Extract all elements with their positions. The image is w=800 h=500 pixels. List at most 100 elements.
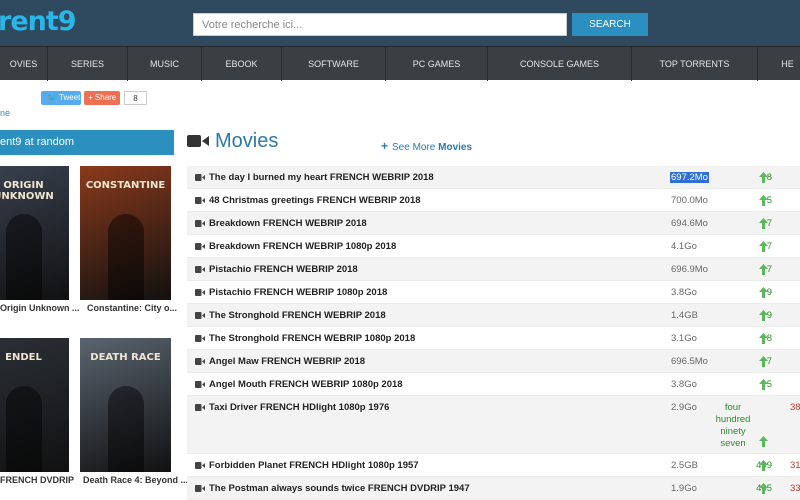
- poster-image[interactable]: ORIGIN UNKNOWN: [0, 166, 69, 300]
- table-row[interactable]: Angel Maw FRENCH WEBRIP 2018 696.5Mo 7: [187, 350, 800, 373]
- torrent-size: 1.4GB: [671, 310, 698, 321]
- poster-image[interactable]: DEATH RACE: [80, 338, 171, 472]
- torrent-title[interactable]: Breakdown FRENCH WEBRIP 1080p 2018: [209, 241, 396, 252]
- torrent-title[interactable]: The Stronghold FRENCH WEBRIP 2018: [209, 310, 386, 321]
- nav-item-8[interactable]: HE: [758, 47, 800, 81]
- torrent-leechers: 33: [790, 483, 800, 494]
- torrent-size: 697.2Mo: [670, 172, 709, 183]
- page-title: Movies: [215, 130, 279, 152]
- torrent-title[interactable]: Taxi Driver FRENCH HDlight 1080p 1976: [209, 402, 389, 413]
- arrow-up-icon: [759, 241, 768, 252]
- arrow-up-icon: [759, 436, 768, 447]
- poster-title[interactable]: FRENCH DVDRIP: [0, 475, 74, 485]
- nav-item-2[interactable]: MUSIC: [128, 47, 202, 81]
- nav-item-3[interactable]: EBOOK: [202, 47, 282, 81]
- poster-figure: [6, 214, 42, 300]
- poster-art-text: DEATH RACE: [90, 352, 161, 363]
- table-row[interactable]: Angel Mouth FRENCH WEBRIP 1080p 2018 3.8G…: [187, 373, 800, 396]
- table-row[interactable]: Forbidden Planet FRENCH HDlight 1080p 19…: [187, 454, 800, 477]
- torrent-size: 2.9Go: [671, 402, 697, 413]
- table-row[interactable]: The Stronghold FRENCH WEBRIP 1080p 2018 3…: [187, 327, 800, 350]
- see-more-label: See More: [392, 142, 436, 153]
- search-button[interactable]: SEARCH: [572, 13, 648, 36]
- poster-figure: [6, 386, 42, 472]
- arrow-up-icon: [759, 218, 768, 229]
- video-camera-icon: [195, 335, 205, 342]
- site-logo[interactable]: rent9: [0, 6, 77, 37]
- video-camera-icon: [187, 135, 209, 147]
- torrent-size: 3.1Go: [671, 333, 697, 344]
- see-more-movies-link[interactable]: + See More Movies: [381, 139, 472, 153]
- tweet-button[interactable]: 🐦 Tweet: [41, 91, 81, 105]
- poster-art-text: ENDEL: [5, 352, 42, 363]
- poster-art-text: ORIGIN UNKNOWN: [0, 180, 54, 202]
- torrent-title[interactable]: 48 Christmas greetings FRENCH WEBRIP 201…: [209, 195, 421, 206]
- nav-item-6[interactable]: CONSOLE GAMES: [488, 47, 632, 81]
- torrent-title[interactable]: Angel Maw FRENCH WEBRIP 2018: [209, 356, 365, 367]
- table-row[interactable]: Breakdown FRENCH WEBRIP 1080p 2018 4.1Go 7: [187, 235, 800, 258]
- arrow-up-icon: [759, 287, 768, 298]
- breadcrumb[interactable]: ne: [0, 108, 10, 118]
- torrent-size: 694.6Mo: [671, 218, 708, 229]
- main-nav: OVIES SERIES MUSIC EBOOK SOFTWARE PC GAMES CON…: [0, 46, 800, 81]
- video-camera-icon: [195, 381, 205, 388]
- video-camera-icon: [195, 404, 205, 411]
- share-label: Share: [94, 93, 117, 102]
- torrent-title[interactable]: The Postman always sounds twice FRENCH D…: [209, 483, 470, 494]
- poster-title[interactable]: Constantine: City o...: [87, 303, 177, 313]
- table-row[interactable]: Taxi Driver FRENCH HDlight 1080p 1976 2.9…: [187, 396, 800, 454]
- torrent-size: 4.1Go: [671, 241, 697, 252]
- header: rent9 SEARCH: [0, 0, 800, 46]
- video-camera-icon: [195, 358, 205, 365]
- nav-item-5[interactable]: PC GAMES: [386, 47, 488, 81]
- video-camera-icon: [195, 243, 205, 250]
- torrent-size: 696.5Mo: [671, 356, 708, 367]
- torrent-title[interactable]: The day I burned my heart FRENCH WEBRIP …: [209, 172, 434, 183]
- torrent-title[interactable]: The Stronghold FRENCH WEBRIP 1080p 2018: [209, 333, 415, 344]
- table-row[interactable]: The Stronghold FRENCH WEBRIP 2018 1.4GB 9: [187, 304, 800, 327]
- nav-item-4[interactable]: SOFTWARE: [282, 47, 386, 81]
- poster-figure: [108, 386, 144, 472]
- nav-item-1[interactable]: SERIES: [48, 47, 128, 81]
- torrent-size: 3.8Go: [671, 379, 697, 390]
- arrow-up-icon: [759, 460, 768, 471]
- torrent-title[interactable]: Angel Mouth FRENCH WEBRIP 1080p 2018: [209, 379, 403, 390]
- torrent-leechers: 31: [790, 460, 800, 471]
- see-more-target: Movies: [438, 142, 473, 153]
- torrent-title[interactable]: Forbidden Planet FRENCH HDlight 1080p 19…: [209, 460, 419, 471]
- table-row[interactable]: Breakdown FRENCH WEBRIP 2018 694.6Mo 7: [187, 212, 800, 235]
- tweet-label: Tweet: [59, 93, 81, 102]
- nav-item-7[interactable]: TOP TORRENTS: [632, 47, 758, 81]
- torrent-title[interactable]: Pistachio FRENCH WEBRIP 1080p 2018: [209, 287, 387, 298]
- share-button[interactable]: + Share: [84, 91, 120, 105]
- nav-item-0[interactable]: OVIES: [0, 47, 48, 81]
- plus-icon: +: [88, 93, 95, 102]
- table-row[interactable]: The Postman always sounds twice FRENCH D…: [187, 477, 800, 500]
- video-camera-icon: [195, 312, 205, 319]
- arrow-up-icon: [759, 356, 768, 367]
- random-section-title: ent9 at random: [0, 130, 174, 155]
- table-row[interactable]: 48 Christmas greetings FRENCH WEBRIP 201…: [187, 189, 800, 212]
- torrent-size: 1.9Go: [671, 483, 697, 494]
- torrent-title[interactable]: Pistachio FRENCH WEBRIP 2018: [209, 264, 358, 275]
- table-row[interactable]: The day I burned my heart FRENCH WEBRIP …: [187, 166, 800, 189]
- table-row[interactable]: Pistachio FRENCH WEBRIP 1080p 2018 3.8Go 9: [187, 281, 800, 304]
- search-input[interactable]: [193, 13, 567, 36]
- table-row[interactable]: Pistachio FRENCH WEBRIP 2018 696.9Mo 7: [187, 258, 800, 281]
- video-camera-icon: [195, 462, 205, 469]
- plus-icon: +: [381, 139, 389, 153]
- torrent-size: 696.9Mo: [671, 264, 708, 275]
- poster-image[interactable]: ENDEL: [0, 338, 69, 472]
- arrow-up-icon: [759, 264, 768, 275]
- poster-image[interactable]: CONSTANTINE: [80, 166, 171, 300]
- torrent-title[interactable]: Breakdown FRENCH WEBRIP 2018: [209, 218, 367, 229]
- poster-title[interactable]: Origin Unknown ...: [0, 303, 80, 313]
- video-camera-icon: [195, 174, 205, 181]
- torrent-size: 2.5GB: [671, 460, 698, 471]
- video-camera-icon: [195, 485, 205, 492]
- arrow-up-icon: [759, 172, 768, 183]
- arrow-up-icon: [759, 310, 768, 321]
- arrow-up-icon: [759, 195, 768, 206]
- poster-title[interactable]: Death Race 4: Beyond ...: [83, 475, 188, 485]
- torrent-size: 3.8Go: [671, 287, 697, 298]
